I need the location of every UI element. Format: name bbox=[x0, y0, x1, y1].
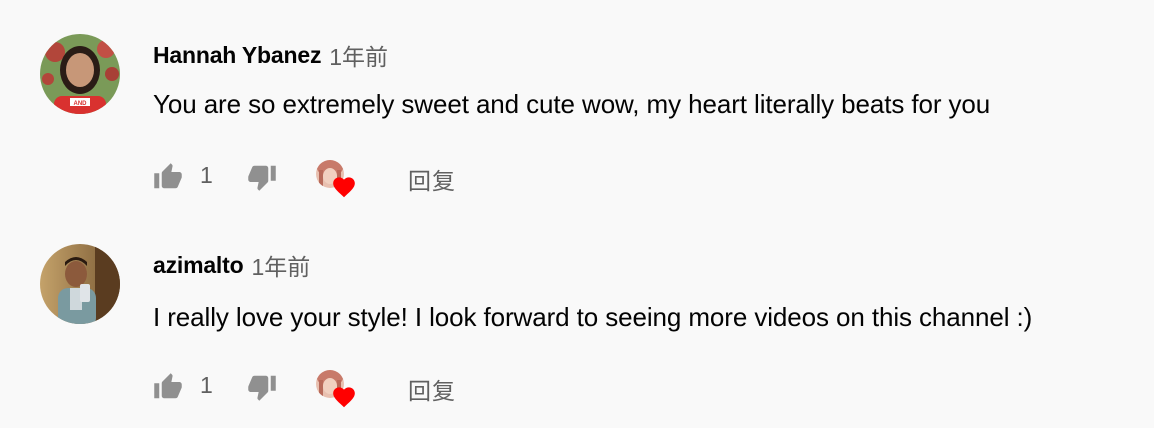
comment-toolbar: 1 回复 bbox=[150, 368, 490, 408]
avatar[interactable] bbox=[40, 244, 120, 324]
reply-button[interactable]: 回复 bbox=[408, 162, 456, 196]
thumbs-down-icon bbox=[248, 165, 276, 191]
thumbs-down-icon bbox=[248, 375, 276, 401]
dislike-button[interactable] bbox=[244, 158, 280, 196]
dislike-button[interactable] bbox=[244, 368, 280, 406]
thumbs-up-icon bbox=[154, 373, 182, 399]
avatar-image: AND bbox=[40, 34, 120, 114]
like-button[interactable] bbox=[150, 158, 186, 196]
thumbs-up-icon bbox=[154, 163, 182, 189]
comment-thread: azimalto 1年前 I really love your style! I… bbox=[0, 211, 1154, 421]
avatar-image bbox=[40, 244, 120, 324]
comment-time[interactable]: 1年前 bbox=[329, 38, 388, 72]
comment-header: azimalto 1年前 bbox=[153, 248, 310, 282]
creator-heart-badge[interactable] bbox=[314, 160, 358, 200]
author-name[interactable]: azimalto bbox=[153, 252, 244, 279]
heart-icon bbox=[333, 387, 355, 408]
comment-toolbar: 1 回复 bbox=[150, 158, 490, 198]
like-button[interactable] bbox=[150, 368, 186, 406]
reply-button[interactable]: 回复 bbox=[408, 372, 456, 406]
heart-icon bbox=[333, 177, 355, 198]
comment-text: You are so extremely sweet and cute wow,… bbox=[153, 89, 991, 119]
comment-time[interactable]: 1年前 bbox=[251, 248, 310, 282]
comment-text: I really love your style! I look forward… bbox=[153, 302, 1033, 332]
like-count: 1 bbox=[200, 372, 213, 398]
author-name[interactable]: Hannah Ybanez bbox=[153, 42, 321, 69]
avatar-shirt-text: AND bbox=[74, 101, 88, 107]
avatar[interactable]: AND bbox=[40, 34, 120, 114]
comment-thread: AND Hannah Ybanez 1年前 You are so extreme… bbox=[0, 0, 1154, 210]
like-count: 1 bbox=[200, 162, 213, 188]
creator-heart-badge[interactable] bbox=[314, 370, 358, 410]
comment-header: Hannah Ybanez 1年前 bbox=[153, 38, 388, 72]
